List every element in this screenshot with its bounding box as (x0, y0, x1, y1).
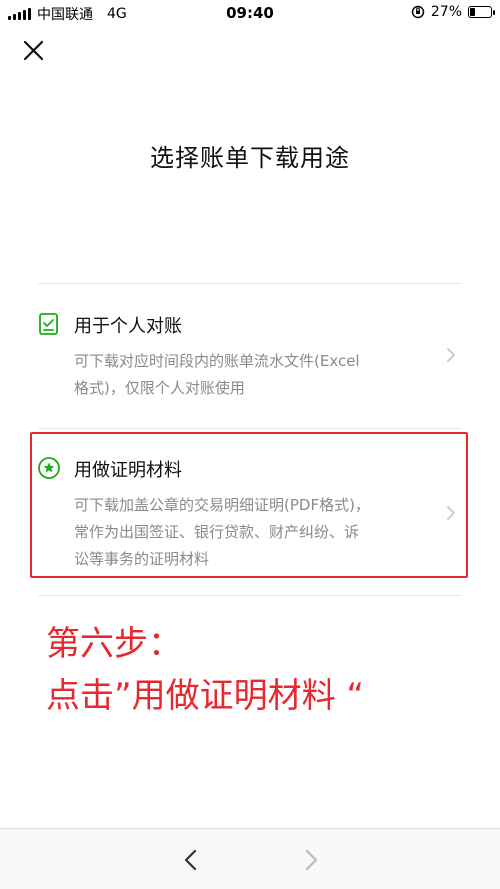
close-button[interactable] (20, 37, 48, 65)
option-description-line: 可下载加盖公章的交易明细证明(PDF格式)， (74, 496, 370, 514)
chevron-left-icon (184, 849, 197, 871)
bottom-nav-bar (0, 828, 500, 889)
option-personal-reconciliation[interactable]: 用于个人对账 可下载对应时间段内的账单流水文件(Excel 格式)，仅限个人对账… (30, 296, 468, 424)
back-button[interactable] (178, 847, 204, 873)
chevron-right-icon (447, 348, 455, 362)
option-title: 用做证明材料 (74, 460, 182, 481)
page-title: 选择账单下载用途 (150, 144, 350, 172)
option-description: 可下载加盖公章的交易明细证明(PDF格式)， 常作为出国签证、银行贷款、财产纠纷… (74, 492, 414, 573)
divider (38, 595, 462, 596)
chevron-right-icon (447, 506, 455, 520)
annotation-line: 第六步： (46, 624, 182, 664)
battery-percent: 27% (430, 4, 462, 20)
option-description-line: 格式)，仅限个人对账使用 (74, 379, 245, 397)
forward-button[interactable] (298, 847, 324, 873)
close-icon (23, 40, 44, 61)
step-annotation: 第六步： 点击”用做证明材料 “ (46, 618, 364, 722)
chevron-right-icon (305, 849, 318, 871)
battery-fill (470, 8, 476, 16)
status-bar: 中国联通 4G 09:40 27% (0, 0, 500, 26)
option-title: 用于个人对账 (74, 316, 182, 337)
battery-icon (468, 6, 495, 18)
star-badge-icon (38, 457, 60, 479)
divider (38, 283, 462, 284)
option-description: 可下载对应时间段内的账单流水文件(Excel 格式)，仅限个人对账使用 (74, 348, 414, 402)
option-proof-material[interactable]: 用做证明材料 可下载加盖公章的交易明细证明(PDF格式)， 常作为出国签证、银行… (30, 432, 468, 578)
checklist-icon (39, 313, 58, 335)
option-description-line: 可下载对应时间段内的账单流水文件(Excel (74, 352, 360, 370)
status-right: 27% (411, 4, 495, 20)
option-description-line: 讼等事务的证明材料 (74, 550, 210, 568)
orientation-lock-icon (411, 5, 425, 19)
divider (38, 428, 462, 429)
option-description-line: 常作为出国签证、银行贷款、财产纠纷、诉 (74, 523, 360, 541)
annotation-line: 点击”用做证明材料 “ (46, 676, 365, 716)
